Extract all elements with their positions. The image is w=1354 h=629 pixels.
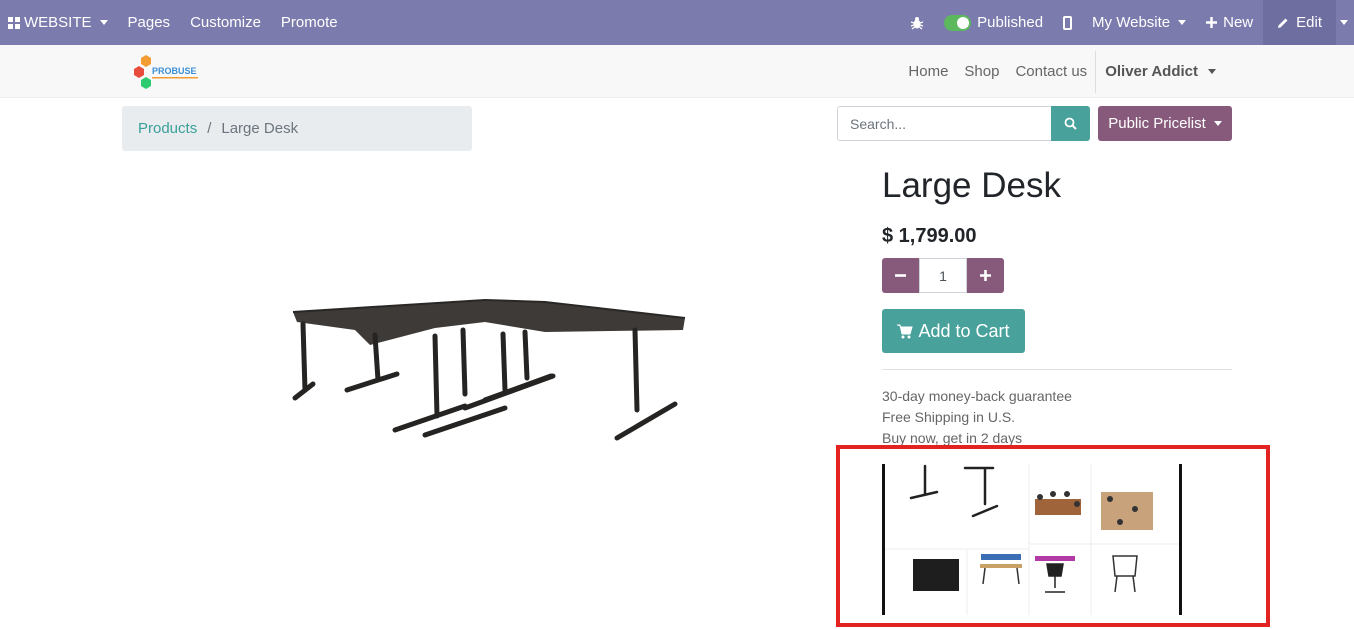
plus-icon xyxy=(980,270,991,281)
site-header: PROBUSE Home Shop Contact us Oliver Addi… xyxy=(0,45,1354,98)
promote-label: Promote xyxy=(280,14,338,31)
breadcrumb: Products / Large Desk xyxy=(122,106,472,151)
toggle-switch-icon xyxy=(944,14,972,31)
product-search xyxy=(837,106,1090,141)
caret-down-icon xyxy=(1178,20,1187,25)
product-title: Large Desk xyxy=(882,166,1061,205)
edit-button[interactable]: Edit xyxy=(1263,0,1336,45)
quantity-decrease-button[interactable] xyxy=(882,258,919,293)
quantity-input[interactable] xyxy=(919,258,967,293)
pages-menu[interactable]: Pages xyxy=(118,0,181,45)
caret-down-icon xyxy=(1213,121,1222,126)
pricelist-label: Public Pricelist xyxy=(1108,115,1206,132)
website-menu[interactable]: WEBSITE xyxy=(0,0,118,45)
pages-label: Pages xyxy=(127,14,171,31)
published-label: Published xyxy=(977,14,1044,31)
shopping-cart-icon xyxy=(897,324,914,338)
promote-menu[interactable]: Promote xyxy=(271,0,348,45)
caret-down-icon xyxy=(99,20,108,25)
my-website-menu[interactable]: My Website xyxy=(1082,0,1196,45)
related-products-grid-image xyxy=(885,464,1179,615)
breadcrumb-separator: / xyxy=(207,120,212,137)
plus-icon xyxy=(1206,17,1218,28)
edit-label: Edit xyxy=(1296,14,1322,31)
nav-shop[interactable]: Shop xyxy=(956,63,1007,80)
debug-button[interactable] xyxy=(900,0,934,45)
caret-down-icon xyxy=(1340,20,1348,25)
logo-text: PROBUSE xyxy=(152,66,197,76)
mobile-phone-icon xyxy=(1063,15,1073,30)
main-nav: Home Shop Contact us Oliver Addict xyxy=(900,45,1224,98)
guarantee-line: Free Shipping in U.S. xyxy=(882,409,1016,425)
customize-label: Customize xyxy=(190,14,261,31)
customize-menu[interactable]: Customize xyxy=(180,0,271,45)
user-name: Oliver Addict xyxy=(1105,63,1198,80)
related-products-thumbnail xyxy=(882,464,1182,615)
pricelist-dropdown[interactable]: Public Pricelist xyxy=(1098,106,1232,141)
breadcrumb-current: Large Desk xyxy=(221,120,299,137)
search-icon xyxy=(1064,117,1077,130)
product-price: $ 1,799.00 xyxy=(882,225,977,247)
edit-dropdown-toggle[interactable] xyxy=(1336,0,1354,45)
new-button[interactable]: New xyxy=(1196,0,1263,45)
product-image xyxy=(292,298,686,441)
nav-contact-us[interactable]: Contact us xyxy=(1007,63,1095,80)
search-input[interactable] xyxy=(837,106,1051,141)
user-menu[interactable]: Oliver Addict xyxy=(1095,50,1224,93)
minus-icon xyxy=(895,274,906,277)
bug-icon xyxy=(910,16,924,30)
quantity-stepper xyxy=(882,258,1004,293)
new-label: New xyxy=(1223,14,1254,31)
website-admin-bar: WEBSITE Pages Customize Promote Publishe… xyxy=(0,0,1354,45)
breadcrumb-products[interactable]: Products xyxy=(138,120,197,137)
apps-grid-icon xyxy=(8,16,20,29)
my-website-label: My Website xyxy=(1092,14,1171,31)
guarantee-line: 30-day money-back guarantee xyxy=(882,388,1072,404)
guarantee-text: 30-day money-back guarantee Free Shippin… xyxy=(882,386,1072,449)
published-toggle[interactable]: Published xyxy=(934,0,1053,45)
add-to-cart-button[interactable]: Add to Cart xyxy=(882,309,1025,353)
website-menu-label: WEBSITE xyxy=(24,14,92,31)
search-button[interactable] xyxy=(1051,106,1090,141)
divider xyxy=(882,369,1232,370)
pencil-icon xyxy=(1278,18,1288,28)
nav-home[interactable]: Home xyxy=(900,63,956,80)
quantity-increase-button[interactable] xyxy=(967,258,1004,293)
add-to-cart-label: Add to Cart xyxy=(918,320,1010,341)
company-logo[interactable]: PROBUSE xyxy=(132,53,207,91)
caret-down-icon xyxy=(1208,69,1216,74)
mobile-preview-button[interactable] xyxy=(1053,0,1082,45)
